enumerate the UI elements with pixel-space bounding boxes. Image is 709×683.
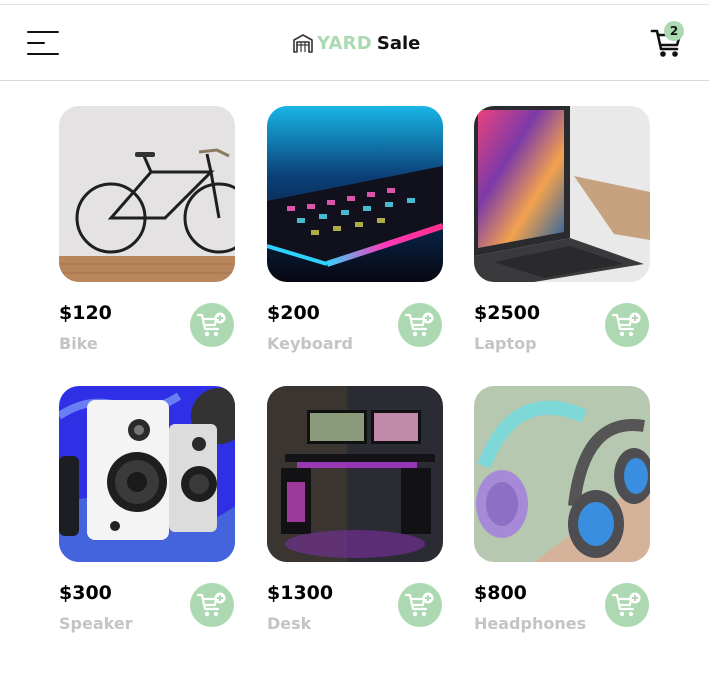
product-price: $120 xyxy=(59,302,112,324)
product-price: $800 xyxy=(474,582,527,604)
product-name: Speaker xyxy=(59,614,133,633)
product-name: Keyboard xyxy=(267,334,353,353)
add-to-cart-icon xyxy=(197,312,226,337)
add-to-cart-button[interactable] xyxy=(398,583,442,627)
product-card[interactable]: $200 Keyboard xyxy=(267,106,443,356)
product-card[interactable]: $300 Speaker xyxy=(59,386,235,636)
add-to-cart-icon xyxy=(405,312,434,337)
product-name: Desk xyxy=(267,614,312,633)
add-to-cart-icon xyxy=(405,592,434,617)
shopping-cart-button[interactable]: 2 xyxy=(648,21,690,63)
desk-photo[interactable] xyxy=(267,386,443,562)
product-price: $200 xyxy=(267,302,320,324)
headphones-photo[interactable] xyxy=(474,386,650,562)
cart-count-badge: 2 xyxy=(664,21,684,41)
product-price: $300 xyxy=(59,582,112,604)
product-card[interactable]: $1300 Desk xyxy=(267,386,443,636)
laptop-photo[interactable] xyxy=(474,106,650,282)
logo-sale-text: Sale xyxy=(376,32,421,54)
add-to-cart-button[interactable] xyxy=(398,303,442,347)
add-to-cart-icon xyxy=(612,312,641,337)
add-to-cart-button[interactable] xyxy=(190,303,234,347)
product-price: $1300 xyxy=(267,582,334,604)
product-card[interactable]: $120 Bike xyxy=(59,106,235,356)
keyboard-photo[interactable] xyxy=(267,106,443,282)
add-to-cart-button[interactable] xyxy=(190,583,234,627)
logo-yard-text: YARD xyxy=(317,32,372,54)
store-icon xyxy=(293,34,313,53)
product-name: Bike xyxy=(59,334,98,353)
speaker-photo[interactable] xyxy=(59,386,235,562)
product-name: Laptop xyxy=(474,334,537,353)
bike-photo[interactable] xyxy=(59,106,235,282)
add-to-cart-icon xyxy=(197,592,226,617)
product-name: Headphones xyxy=(474,614,587,633)
app-header: YARD Sale 2 xyxy=(0,5,709,81)
menu-icon[interactable] xyxy=(27,29,61,57)
add-to-cart-icon xyxy=(612,592,641,617)
logo[interactable]: YARD Sale xyxy=(292,29,420,57)
product-card[interactable]: $2500 Laptop xyxy=(474,106,650,356)
product-price: $2500 xyxy=(474,302,541,324)
product-card[interactable]: $800 Headphones xyxy=(474,386,650,636)
add-to-cart-button[interactable] xyxy=(605,303,649,347)
add-to-cart-button[interactable] xyxy=(605,583,649,627)
